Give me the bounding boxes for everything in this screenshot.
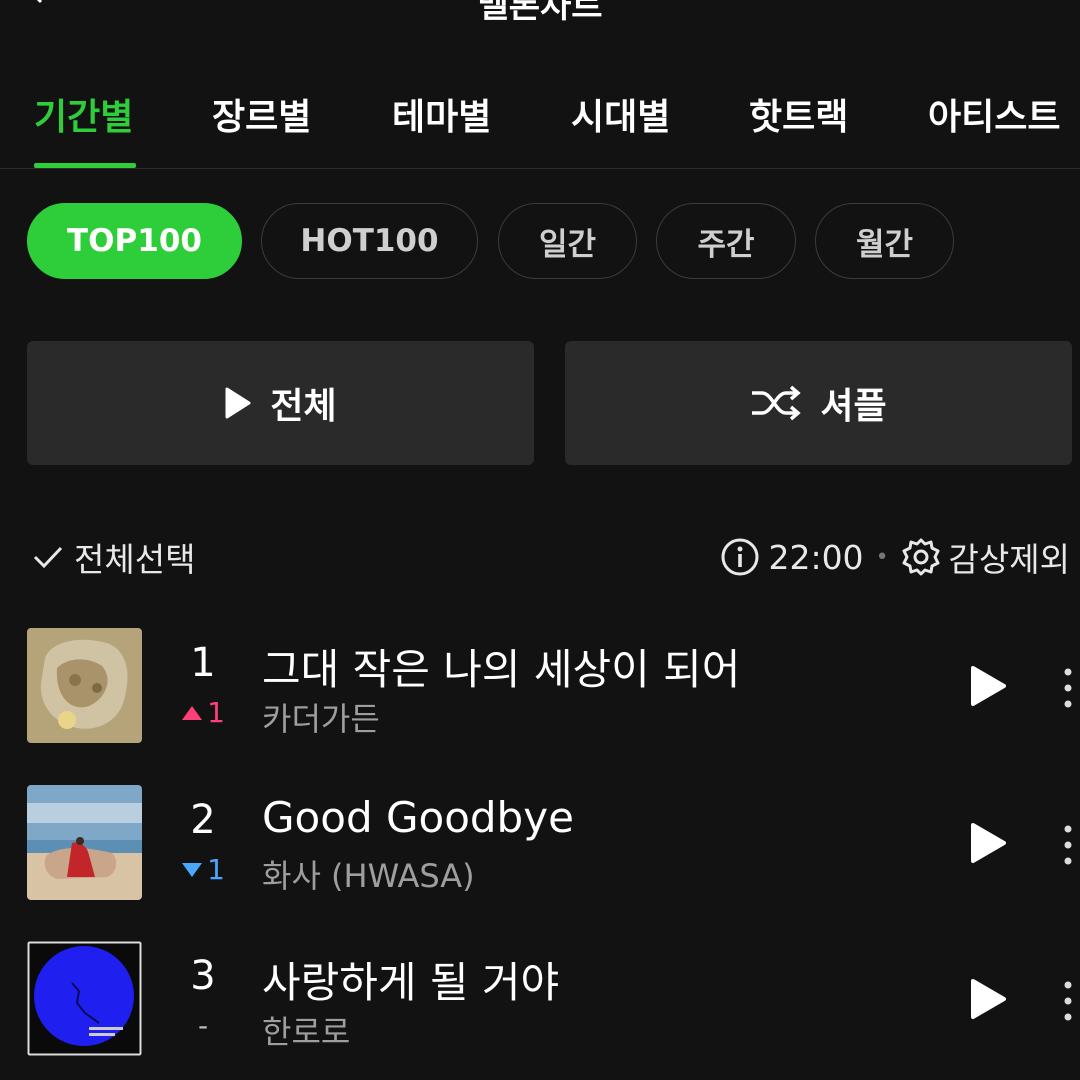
artist-name[interactable]: 카더가든 bbox=[262, 694, 380, 740]
play-icon[interactable] bbox=[968, 664, 1008, 708]
shuffle-button[interactable]: 셔플 bbox=[565, 341, 1072, 465]
chart-meta: 22:00 • 감상제외 bbox=[720, 534, 1070, 580]
play-icon[interactable] bbox=[968, 977, 1008, 1021]
play-icon[interactable] bbox=[968, 821, 1008, 865]
more-options-icon[interactable] bbox=[1058, 979, 1078, 1023]
tab-theme[interactable]: 테마별 bbox=[392, 88, 491, 140]
rank-change: - bbox=[163, 1009, 243, 1042]
album-cover[interactable] bbox=[27, 941, 142, 1056]
checkmark-icon bbox=[33, 546, 63, 569]
select-all-label: 전체선택 bbox=[74, 540, 196, 579]
separator-dot: • bbox=[875, 544, 889, 570]
song-row[interactable]: 2 1 Good Goodbye 화사 (HWASA) bbox=[0, 785, 1080, 903]
rank-change-value: - bbox=[197, 1009, 209, 1042]
rank-down-icon bbox=[182, 862, 203, 877]
exclude-settings-button[interactable]: 감상제외 bbox=[901, 533, 1070, 581]
rank-number: 1 bbox=[190, 640, 216, 686]
tab-artist[interactable]: 아티스트 bbox=[928, 88, 1060, 140]
song-row[interactable]: 3 - 사랑하게 될 거야 한로로 bbox=[0, 941, 1080, 1059]
play-all-label: 전체 bbox=[270, 386, 337, 427]
shuffle-label: 셔플 bbox=[820, 386, 887, 427]
play-icon bbox=[225, 387, 251, 419]
info-icon bbox=[721, 538, 759, 576]
chip-weekly[interactable]: 주간 bbox=[656, 203, 796, 279]
active-tab-indicator bbox=[34, 163, 136, 168]
exclude-label: 감상제외 bbox=[948, 540, 1070, 579]
song-title[interactable]: Good Goodbye bbox=[262, 793, 574, 842]
album-cover[interactable] bbox=[27, 785, 142, 900]
song-title[interactable]: 사랑하게 될 거야 bbox=[262, 949, 559, 1010]
song-row[interactable]: 1 1 그대 작은 나의 세상이 되어 카더가든 bbox=[0, 628, 1080, 746]
rank-up-icon bbox=[182, 705, 203, 720]
shuffle-icon bbox=[752, 385, 802, 421]
more-options-icon[interactable] bbox=[1058, 823, 1078, 867]
top-bar: 멜론차트 bbox=[0, 0, 1080, 26]
rank-change-value: 1 bbox=[207, 696, 225, 729]
chip-top100[interactable]: TOP100 bbox=[27, 203, 242, 279]
select-all-button[interactable]: 전체선택 bbox=[32, 534, 195, 580]
rank-change-value: 1 bbox=[207, 853, 225, 886]
tab-hot-track[interactable]: 핫트랙 bbox=[749, 88, 848, 140]
update-time-info[interactable]: 22:00 bbox=[720, 537, 864, 577]
rank-change: 1 bbox=[163, 696, 243, 729]
more-options-icon[interactable] bbox=[1058, 666, 1078, 710]
chip-daily[interactable]: 일간 bbox=[498, 203, 637, 279]
category-tabs: 기간별 장르별 테마별 시대별 핫트랙 아티스트 bbox=[0, 80, 1080, 169]
rank-number: 3 bbox=[190, 953, 216, 999]
song-title[interactable]: 그대 작은 나의 세상이 되어 bbox=[262, 636, 740, 697]
chip-hot100[interactable]: HOT100 bbox=[261, 203, 478, 279]
gear-icon bbox=[902, 538, 940, 576]
rank-change: 1 bbox=[163, 853, 243, 886]
rank-number: 2 bbox=[190, 797, 216, 843]
update-time: 22:00 bbox=[768, 537, 864, 577]
chip-monthly[interactable]: 월간 bbox=[815, 203, 954, 279]
artist-name[interactable]: 한로로 bbox=[262, 1007, 350, 1053]
artist-name[interactable]: 화사 (HWASA) bbox=[262, 851, 475, 897]
play-all-button[interactable]: 전체 bbox=[27, 341, 534, 465]
page-title: 멜론차트 bbox=[477, 0, 603, 26]
album-cover[interactable] bbox=[27, 628, 142, 743]
tab-period[interactable]: 기간별 bbox=[34, 88, 133, 140]
tab-era[interactable]: 시대별 bbox=[571, 88, 670, 140]
tab-genre[interactable]: 장르별 bbox=[212, 88, 311, 140]
